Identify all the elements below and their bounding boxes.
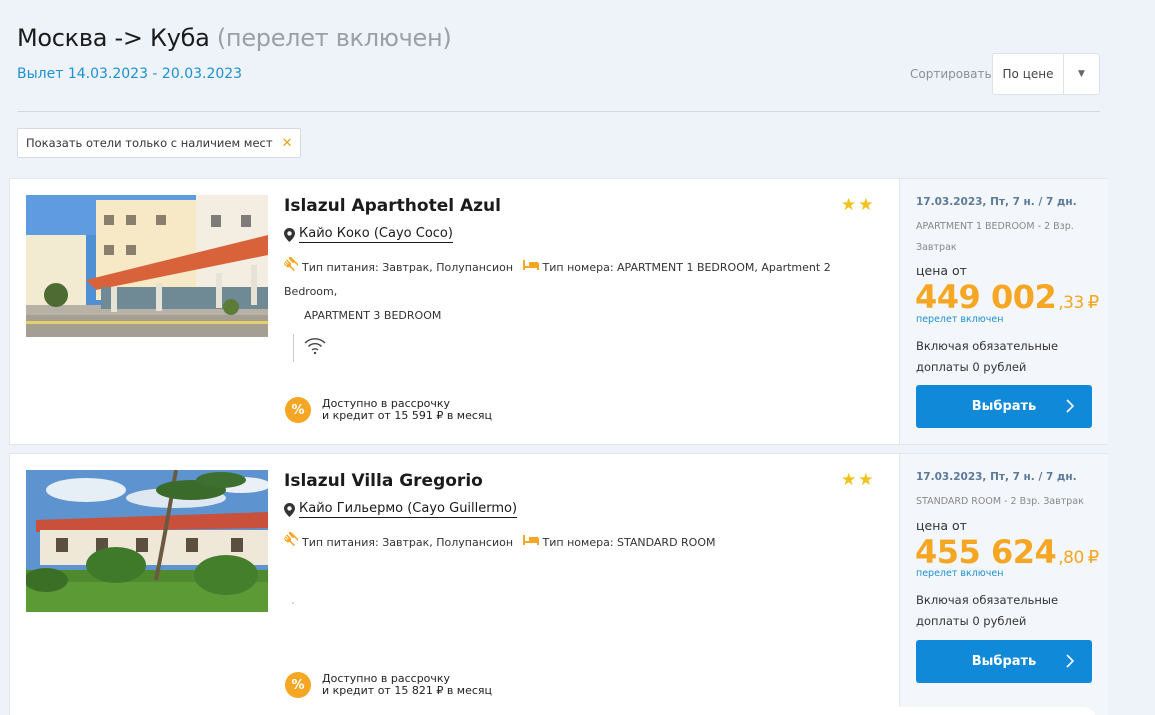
header-divider — [17, 111, 1100, 112]
cutlery-icon — [283, 530, 300, 555]
price-from-label: цена от — [916, 263, 967, 278]
chevron-right-icon — [1066, 654, 1074, 668]
offer-room: STANDARD ROOM - 2 Взр. Завтрак — [916, 496, 1084, 507]
flight-included: перелет включен — [916, 568, 1004, 579]
price-panel: 17.03.2023, Пт, 7 н. / 7 дн. STANDARD RO… — [899, 454, 1108, 715]
filter-chip-available[interactable]: Показать отели только с наличием мест ✕ — [17, 128, 302, 158]
offer-date: 17.03.2023, Пт, 7 н. / 7 дн. — [916, 196, 1077, 208]
hotel-location-link[interactable]: Кайо Коко (Cayo Coco) — [299, 226, 453, 243]
page-header: Москва -> Куба (перелет включен) — [17, 24, 452, 52]
currency-symbol: ₽ — [1087, 547, 1099, 568]
chevron-down-icon[interactable]: ▼ — [1063, 54, 1099, 94]
meal-type: Тип питания: Завтрак, Полупансион — [302, 261, 514, 274]
price-panel: 17.03.2023, Пт, 7 н. / 7 дн. APARTMENT 1… — [899, 179, 1108, 444]
route-title: Москва -> Куба — [17, 24, 210, 52]
flight-included: перелет включен — [916, 314, 1004, 325]
credit-line-2: и кредит от 15 591 ₽ в месяц — [322, 409, 493, 422]
departure-dates: Вылет 14.03.2023 - 20.03.2023 — [17, 66, 243, 82]
hotel-card: Islazul Villa Gregorio ★★ Кайо Гильермо … — [9, 453, 1108, 715]
amenities — [293, 334, 326, 362]
offer-room: APARTMENT 1 BEDROOM - 2 Взр. Завтрак — [916, 221, 1074, 253]
currency-symbol: ₽ — [1087, 292, 1099, 313]
hotel-photo[interactable] — [26, 195, 268, 337]
sort-label: Сортировать — [910, 67, 992, 81]
percent-icon: % — [285, 397, 311, 423]
hotel-location-link[interactable]: Кайо Гильермо (Cayo Guillermo) — [299, 501, 518, 518]
price-cents: ,80 — [1058, 548, 1084, 568]
meal-type: Тип питания: Завтрак, Полупансион — [302, 536, 514, 549]
close-icon[interactable]: ✕ — [282, 136, 293, 151]
mandatory-fees: Включая обязательные доплаты 0 рублей — [916, 339, 1059, 374]
sort-select[interactable]: По цене ▼ — [992, 53, 1100, 95]
filter-chip-label: Показать отели только с наличием мест — [26, 136, 273, 150]
hotel-location[interactable]: Кайо Коко (Cayo Coco) — [284, 226, 453, 243]
select-button[interactable]: Выбрать — [916, 640, 1092, 683]
hotel-photo[interactable] — [26, 470, 268, 612]
select-button[interactable]: Выбрать — [916, 385, 1092, 428]
credit-offer[interactable]: % Доступно в рассрочку и кредит от 15 59… — [285, 397, 492, 423]
credit-offer[interactable]: % Доступно в рассрочку и кредит от 15 82… — [285, 672, 492, 698]
price-from-label: цена от — [916, 518, 967, 533]
chevron-right-icon — [1066, 399, 1074, 413]
select-button-label: Выбрать — [971, 399, 1037, 414]
mandatory-fees: Включая обязательные доплаты 0 рублей — [916, 593, 1059, 628]
offer-date: 17.03.2023, Пт, 7 н. / 7 дн. — [916, 471, 1077, 483]
room-type: Тип номера: STANDARD ROOM — [542, 536, 716, 549]
price-cents: ,33 — [1058, 293, 1084, 313]
hotel-name[interactable]: Islazul Aparthotel Azul — [284, 196, 501, 216]
bed-icon — [522, 256, 539, 280]
room-type-cont: APARTMENT 3 BEDROOM — [304, 309, 442, 322]
price-value: 455 624,80 ₽ — [915, 533, 1099, 571]
hotel-card: Islazul Aparthotel Azul ★★ Кайо Коко (Ca… — [9, 178, 1108, 445]
hotel-stars: ★★ — [841, 195, 876, 215]
amenity-divider — [293, 334, 294, 362]
hotel-meta: Тип питания: Завтрак, Полупансион Тип но… — [283, 255, 884, 328]
percent-icon: % — [285, 672, 311, 698]
cutlery-icon — [283, 255, 300, 280]
price-main: 455 624 — [915, 533, 1057, 571]
map-pin-icon — [284, 227, 295, 242]
select-button-label: Выбрать — [971, 654, 1037, 669]
price-value: 449 002,33 ₽ — [915, 278, 1099, 316]
price-main: 449 002 — [915, 278, 1057, 316]
route-subtitle: (перелет включен) — [216, 24, 452, 52]
bed-icon — [522, 531, 539, 555]
amenity-dot — [292, 602, 294, 604]
next-card-edge — [22, 707, 1097, 715]
page-title: Москва -> Куба (перелет включен) — [17, 24, 452, 52]
credit-line-2: и кредит от 15 821 ₽ в месяц — [322, 684, 493, 697]
hotel-stars: ★★ — [841, 470, 876, 490]
hotel-meta: Тип питания: Завтрак, Полупансион Тип но… — [283, 530, 884, 555]
sort-value[interactable]: По цене — [993, 54, 1063, 94]
wifi-icon — [304, 337, 326, 359]
map-pin-icon — [284, 502, 295, 517]
hotel-name[interactable]: Islazul Villa Gregorio — [284, 471, 483, 491]
hotel-location[interactable]: Кайо Гильермо (Cayo Guillermo) — [284, 501, 518, 518]
